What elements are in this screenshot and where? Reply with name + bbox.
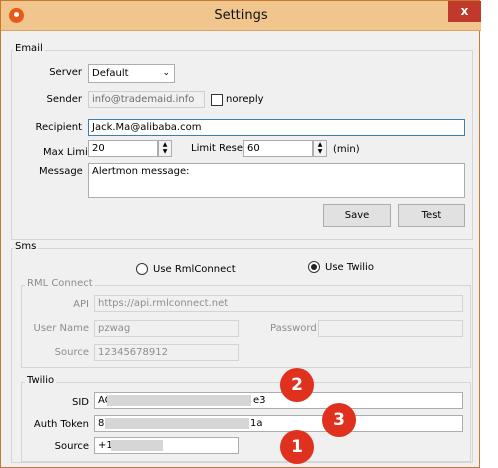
sender-field[interactable]: info@trademaid.info	[88, 91, 205, 108]
test-button[interactable]: Test	[398, 204, 465, 227]
redaction-blur	[111, 440, 163, 451]
max-limit-stepper[interactable]: ▲ ▼	[158, 140, 172, 157]
chevron-down-icon: ⌄	[162, 68, 170, 78]
redaction-blur	[107, 395, 251, 406]
message-textarea[interactable]: Alertmon message:	[88, 163, 465, 198]
api-field: https://api.rmlconnect.net	[94, 295, 463, 312]
twilio-radio[interactable]	[308, 261, 320, 273]
auth-token-value-suffix: 1a	[250, 418, 263, 429]
sms-group-label: Sms	[13, 241, 39, 252]
window-title: Settings	[214, 8, 268, 23]
limit-reset-input[interactable]: 60	[243, 140, 313, 157]
auth-token-label: Auth Token	[33, 419, 89, 430]
limit-reset-stepper[interactable]: ▲ ▼	[313, 140, 327, 157]
server-label: Server	[49, 67, 82, 78]
rmlconnect-radio[interactable]	[136, 263, 148, 275]
title-bar[interactable]: Settings x	[1, 1, 481, 31]
auth-token-value-prefix: 8	[98, 418, 105, 429]
password-label: Password	[270, 323, 317, 334]
message-label: Message	[39, 166, 83, 177]
twilio-radio-label: Use Twilio	[325, 262, 374, 273]
annotation-badge: 1	[280, 430, 314, 464]
limit-reset-unit: (min)	[333, 144, 360, 155]
server-select-value: Default	[92, 68, 129, 79]
settings-window: Settings x Email Server Default ⌄ Sender…	[0, 0, 481, 468]
sid-value-suffix: e3	[253, 395, 266, 406]
limit-reset-label: Limit Reset	[191, 143, 247, 154]
password-field	[318, 320, 463, 337]
rml-source-label: Source	[54, 347, 89, 358]
api-label: API	[73, 299, 89, 310]
username-field: pzwag	[94, 320, 239, 337]
annotation-badge: 3	[322, 403, 356, 437]
username-label: User Name	[33, 323, 89, 334]
noreply-label: noreply	[226, 94, 264, 105]
close-button[interactable]: x	[448, 1, 481, 22]
server-select[interactable]: Default ⌄	[88, 64, 175, 83]
annotation-badge: 2	[280, 368, 314, 402]
sender-label: Sender	[46, 94, 82, 105]
max-limit-input[interactable]: 20	[88, 140, 158, 157]
twilio-source-label: Source	[54, 441, 89, 452]
auth-token-input[interactable]: 8 1a	[94, 415, 463, 432]
recipient-input[interactable]: Jack.Ma@alibaba.com	[88, 119, 465, 136]
rml-connect-group-label: RML Connect	[25, 278, 95, 289]
recipient-label: Recipient	[35, 122, 82, 133]
sid-label: SID	[72, 397, 89, 408]
twilio-source-input[interactable]: +1	[94, 437, 239, 454]
redaction-blur	[105, 418, 249, 429]
rmlconnect-radio-label: Use RmlConnect	[153, 264, 236, 275]
sid-input[interactable]: AC e3	[94, 392, 463, 409]
save-button[interactable]: Save	[323, 204, 391, 227]
twilio-group-label: Twilio	[25, 375, 57, 386]
rml-source-field: 12345678912	[94, 344, 239, 361]
max-limit-label: Max Limit	[43, 147, 92, 158]
email-group-label: Email	[13, 43, 45, 54]
noreply-checkbox[interactable]	[211, 94, 223, 106]
